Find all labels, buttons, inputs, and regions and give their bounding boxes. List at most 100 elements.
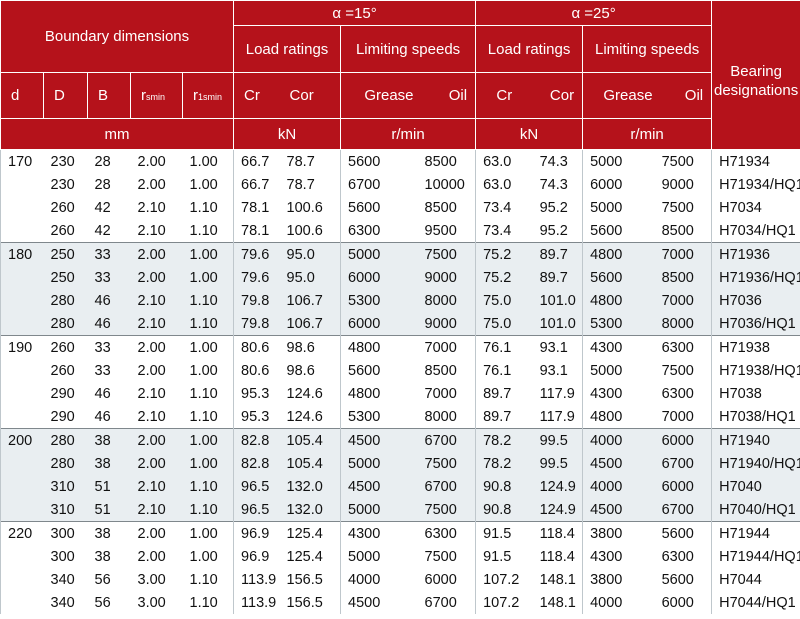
table-cell: 105.4 bbox=[279, 428, 341, 452]
table-cell: 8500 bbox=[654, 266, 712, 289]
table-cell: H71938/HQ1 bbox=[711, 359, 800, 382]
table-row: 220 300 38 2.00 1.00 96.9 125.4 4300 6300 91.5 118… bbox=[0, 521, 800, 545]
table-cell: H7034 bbox=[711, 196, 800, 219]
table-row: 340 56 3.00 1.10 113.9 156.5 4500 6700 107.2 148.… bbox=[0, 591, 800, 614]
table-row: 250 33 2.00 1.00 79.6 95.0 6000 9000 75.2 89.7 560… bbox=[0, 266, 800, 289]
table-cell: 1.10 bbox=[182, 498, 234, 522]
table-cell: 260 bbox=[43, 335, 88, 359]
table-cell: 5000 bbox=[340, 498, 418, 522]
table-cell: 4500 bbox=[582, 498, 655, 522]
table-cell: 2.10 bbox=[130, 196, 183, 219]
table-cell: 95.3 bbox=[233, 382, 280, 405]
table-cell: 4300 bbox=[582, 545, 655, 568]
table-cell: 290 bbox=[43, 405, 88, 429]
table-cell: 7500 bbox=[654, 149, 712, 173]
table-cell: 63.0 bbox=[475, 173, 533, 196]
table-cell: 260 bbox=[43, 196, 88, 219]
table-cell: 10000 bbox=[417, 173, 476, 196]
table-cell: 2.00 bbox=[130, 266, 183, 289]
table-cell: 5300 bbox=[340, 289, 418, 312]
table-cell bbox=[0, 498, 44, 522]
table-cell: 260 bbox=[43, 359, 88, 382]
table-cell: 8000 bbox=[417, 289, 476, 312]
table-cell: 89.7 bbox=[532, 266, 583, 289]
table-cell: H71938 bbox=[711, 335, 800, 359]
table-row: 310 51 2.10 1.10 96.5 132.0 4500 6700 90.8 124.9 4… bbox=[0, 475, 800, 498]
table-cell: 280 bbox=[43, 452, 88, 475]
table-cell: 7000 bbox=[417, 335, 476, 359]
table-cell: 230 bbox=[43, 149, 88, 173]
table-cell: 230 bbox=[43, 173, 88, 196]
table-cell: H7036 bbox=[711, 289, 800, 312]
table-cell: 8500 bbox=[417, 196, 476, 219]
table-cell: 6000 bbox=[340, 266, 418, 289]
unit-mm-header: mm bbox=[0, 118, 235, 150]
table-cell: 79.8 bbox=[233, 289, 280, 312]
table-cell: H71944/HQ1 bbox=[711, 545, 800, 568]
table-cell: H7044 bbox=[711, 568, 800, 591]
table-cell: 33 bbox=[87, 266, 131, 289]
table-cell: 6300 bbox=[340, 219, 418, 243]
table-cell: 82.8 bbox=[233, 428, 280, 452]
table-cell: 98.6 bbox=[279, 359, 341, 382]
table-cell: 2.00 bbox=[130, 242, 183, 266]
table-cell: 4800 bbox=[582, 242, 655, 266]
table-cell: 4500 bbox=[340, 428, 418, 452]
table-cell: 73.4 bbox=[475, 196, 533, 219]
table-cell: H71940 bbox=[711, 428, 800, 452]
table-cell: 96.5 bbox=[233, 475, 280, 498]
limiting-speeds-25-header: Limiting speeds bbox=[582, 25, 713, 73]
table-cell: 220 bbox=[0, 521, 44, 545]
table-cell: 1.00 bbox=[182, 428, 234, 452]
table-cell: 56 bbox=[87, 591, 131, 614]
table-cell: 4000 bbox=[582, 591, 655, 614]
table-cell: 2.00 bbox=[130, 359, 183, 382]
table-cell: H71940/HQ1 bbox=[711, 452, 800, 475]
table-cell: 78.2 bbox=[475, 428, 533, 452]
table-row: 190 260 33 2.00 1.00 80.6 98.6 4800 7000 76.1 93.1… bbox=[0, 335, 800, 359]
table-cell: 75.2 bbox=[475, 242, 533, 266]
table-cell: 7000 bbox=[654, 242, 712, 266]
table-cell: 51 bbox=[87, 498, 131, 522]
table-cell: 99.5 bbox=[532, 452, 583, 475]
table-row: 310 51 2.10 1.10 96.5 132.0 5000 7500 90.8 124.9 4… bbox=[0, 498, 800, 522]
table-cell: H71936 bbox=[711, 242, 800, 266]
table-cell: 1.10 bbox=[182, 568, 234, 591]
table-cell: 89.7 bbox=[475, 405, 533, 429]
table-cell: 1.10 bbox=[182, 405, 234, 429]
table-cell: 6700 bbox=[654, 452, 712, 475]
table-cell: 33 bbox=[87, 359, 131, 382]
table-row: 260 42 2.10 1.10 78.1 100.6 5600 8500 73.4 95.2 50… bbox=[0, 196, 800, 219]
table-cell: 6000 bbox=[417, 568, 476, 591]
table-cell: 38 bbox=[87, 428, 131, 452]
table-cell bbox=[0, 382, 44, 405]
bearing-designations-header: Bearing designations bbox=[711, 0, 800, 150]
table-cell: 1.10 bbox=[182, 289, 234, 312]
unit-rmin-15-header: r/min bbox=[340, 118, 477, 150]
table-cell bbox=[0, 173, 44, 196]
table-cell: 78.1 bbox=[233, 196, 280, 219]
table-cell: 5000 bbox=[340, 452, 418, 475]
table-cell: 340 bbox=[43, 568, 88, 591]
table-row: 290 46 2.10 1.10 95.3 124.6 5300 8000 89.7 117.9 4… bbox=[0, 405, 800, 429]
bearing-spec-table: Boundary dimensions α =15° α =25° Bearin… bbox=[0, 0, 800, 614]
table-cell: 2.00 bbox=[130, 335, 183, 359]
table-cell: 124.9 bbox=[532, 475, 583, 498]
limiting-speeds-15-header: Limiting speeds bbox=[340, 25, 477, 73]
col-grease-15-header: Grease bbox=[340, 72, 418, 119]
table-cell bbox=[0, 545, 44, 568]
table-cell: 38 bbox=[87, 545, 131, 568]
table-cell: 6000 bbox=[582, 173, 655, 196]
table-cell: 95.3 bbox=[233, 405, 280, 429]
table-row: 340 56 3.00 1.10 113.9 156.5 4000 6000 107.2 148.… bbox=[0, 568, 800, 591]
table-cell: 2.00 bbox=[130, 428, 183, 452]
table-cell: 132.0 bbox=[279, 498, 341, 522]
table-cell: 38 bbox=[87, 452, 131, 475]
table-cell: 1.00 bbox=[182, 452, 234, 475]
table-row: 260 33 2.00 1.00 80.6 98.6 5600 8500 76.1 93.1 500… bbox=[0, 359, 800, 382]
table-cell: 46 bbox=[87, 405, 131, 429]
col-oil-15-header: Oil bbox=[417, 72, 477, 119]
table-cell: 124.9 bbox=[532, 498, 583, 522]
table-cell bbox=[0, 289, 44, 312]
table-cell: 75.0 bbox=[475, 289, 533, 312]
